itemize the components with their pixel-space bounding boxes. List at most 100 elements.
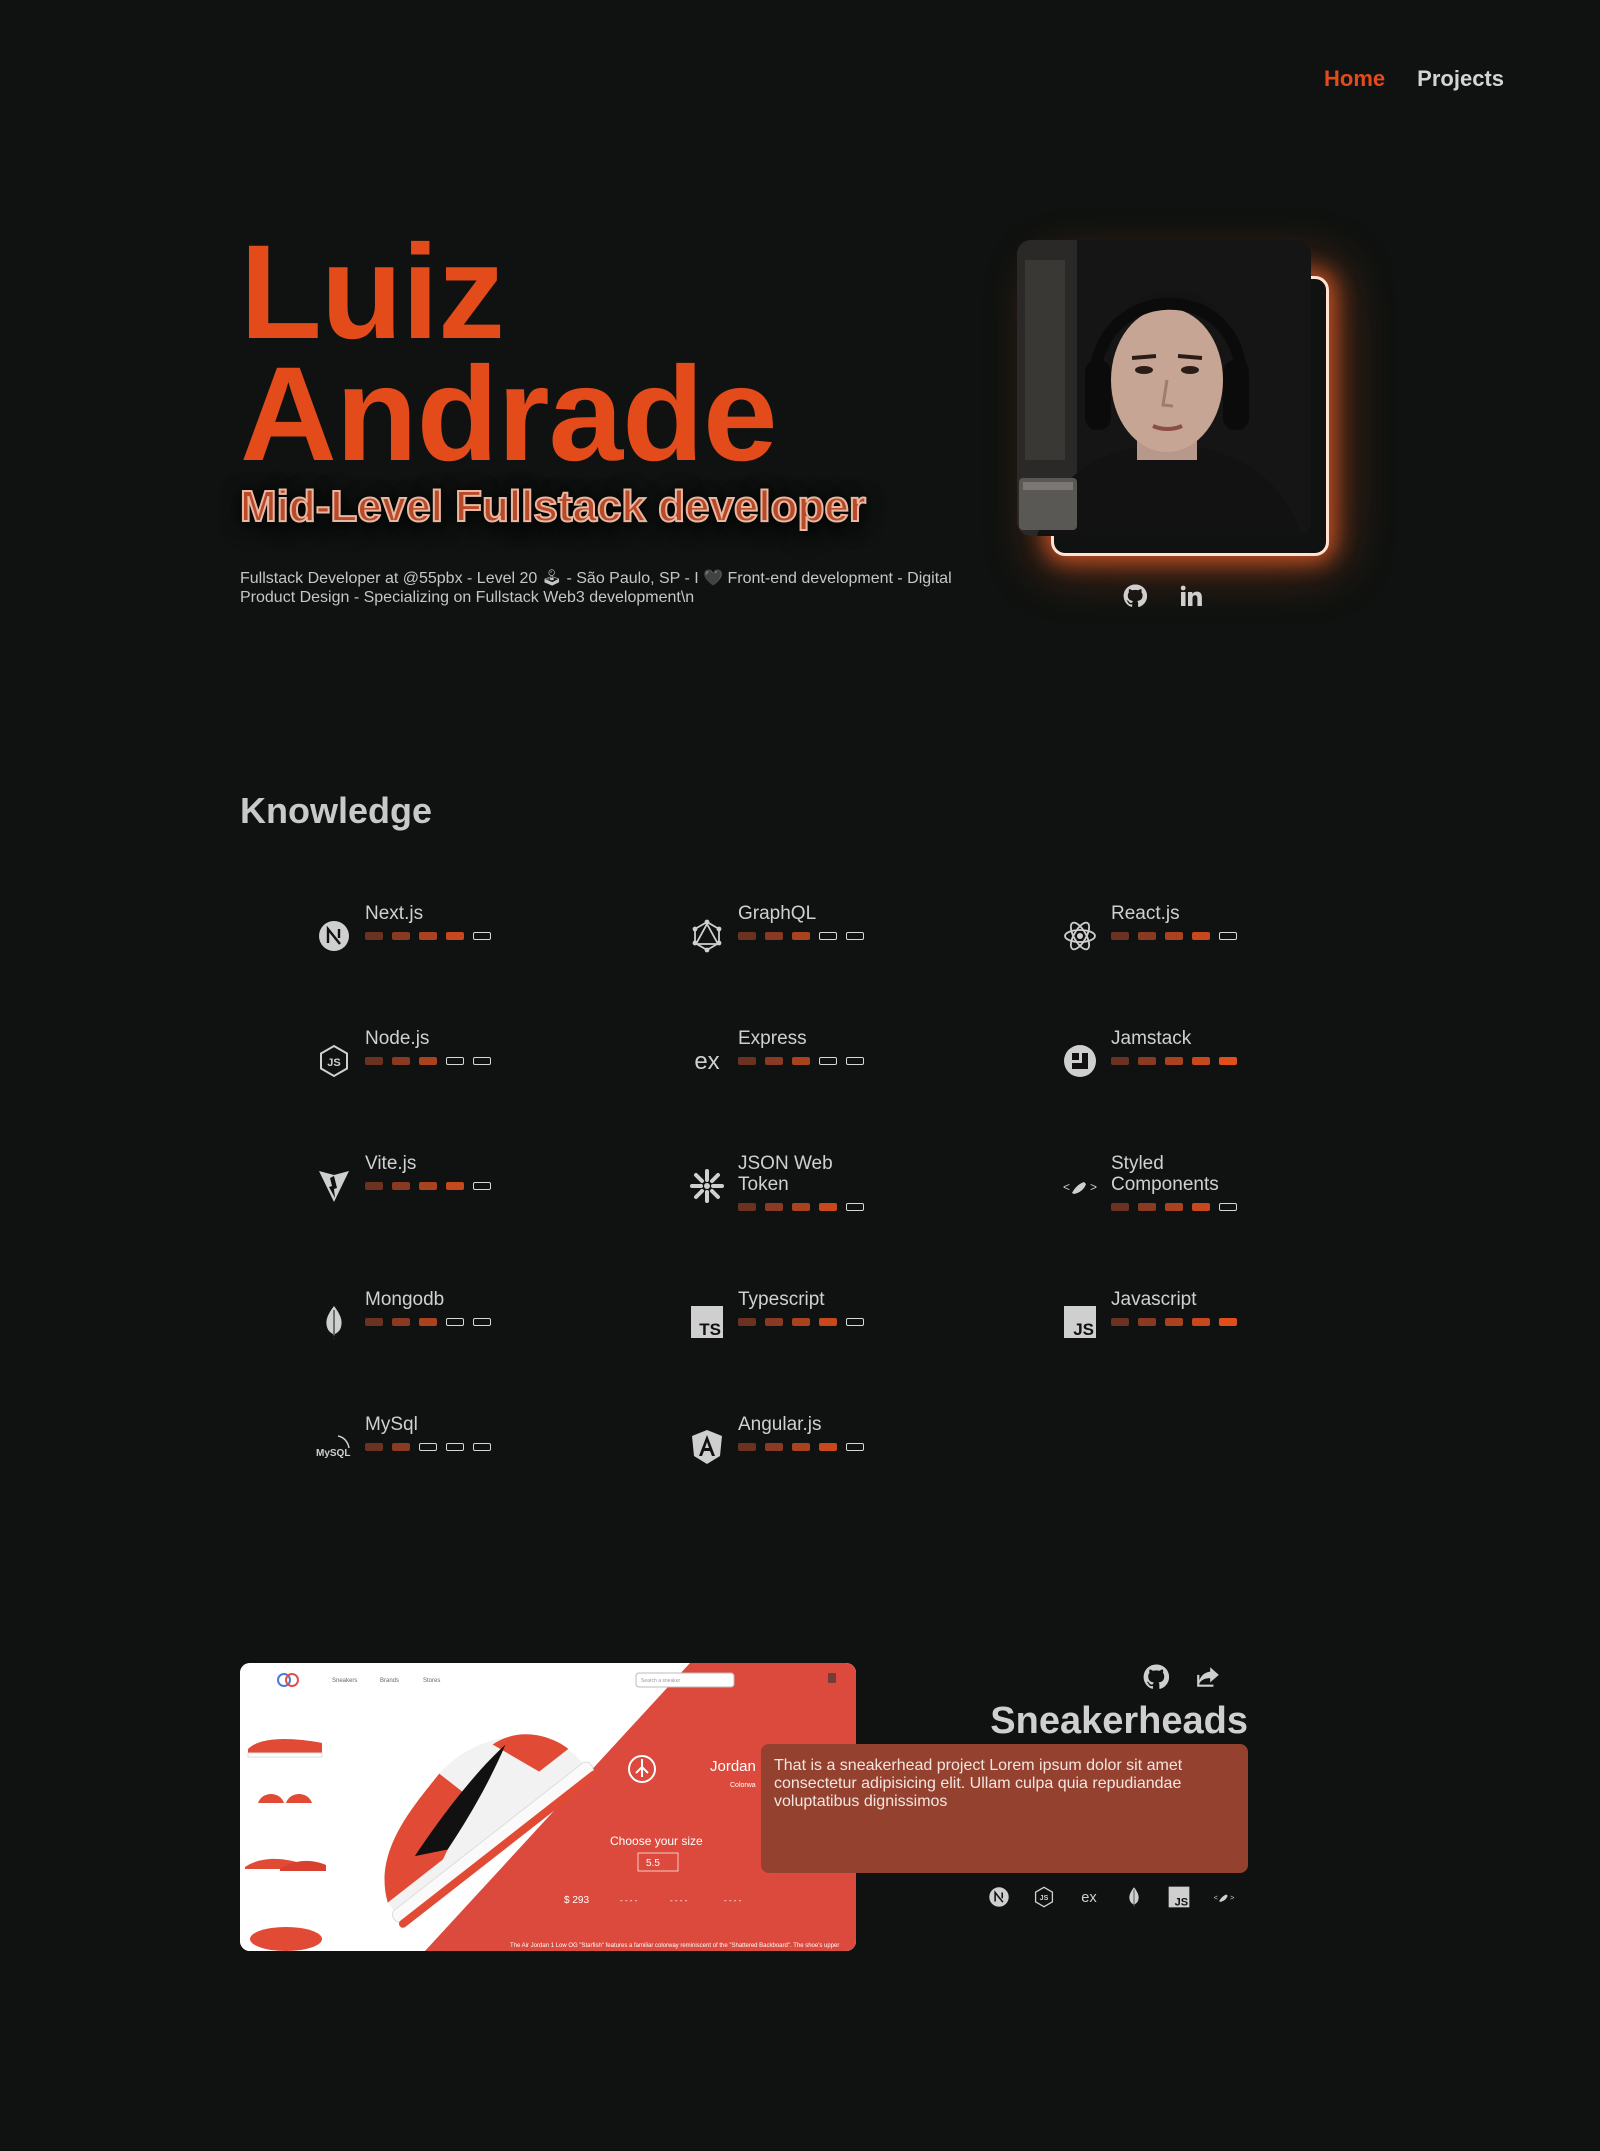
social-links bbox=[1122, 583, 1204, 609]
level-bar-filled bbox=[819, 1203, 837, 1211]
level-bar-filled bbox=[738, 1057, 756, 1065]
graphql-icon bbox=[688, 917, 726, 955]
skill-level-bars bbox=[1111, 932, 1251, 940]
level-bar-filled bbox=[792, 1443, 810, 1451]
skill-item: TS Typescript bbox=[688, 1289, 878, 1341]
github-icon[interactable] bbox=[1122, 583, 1148, 609]
nav-home-link[interactable]: Home bbox=[1324, 66, 1385, 92]
skill-level-bars bbox=[1111, 1057, 1251, 1065]
share-icon[interactable] bbox=[1195, 1664, 1221, 1690]
skill-item: JS Javascript bbox=[1061, 1289, 1251, 1341]
jwt-icon bbox=[688, 1167, 726, 1205]
skill-item: JSON Web Token bbox=[688, 1153, 878, 1211]
skill-level-bars bbox=[738, 1443, 878, 1451]
skill-level-bars bbox=[365, 1182, 505, 1190]
level-bar-filled bbox=[1219, 1318, 1237, 1326]
level-bar-filled bbox=[392, 1443, 410, 1451]
nav-projects-link[interactable]: Projects bbox=[1417, 66, 1504, 92]
skill-item: React.js bbox=[1061, 903, 1251, 955]
level-bar-filled bbox=[1192, 932, 1210, 940]
skill-level-bars bbox=[1111, 1318, 1251, 1326]
svg-text:<: < bbox=[1063, 1180, 1070, 1194]
svg-text:<: < bbox=[1213, 1893, 1217, 1902]
svg-text:- - - -: - - - - bbox=[620, 1896, 638, 1905]
level-bar-empty bbox=[446, 1057, 464, 1065]
level-bar-filled bbox=[419, 1057, 437, 1065]
level-bar-filled bbox=[392, 932, 410, 940]
skill-item: JS Node.js bbox=[315, 1028, 505, 1080]
svg-text:ex: ex bbox=[1081, 1889, 1097, 1905]
svg-text:TS: TS bbox=[699, 1320, 721, 1339]
angular-icon bbox=[688, 1428, 726, 1466]
level-bar-filled bbox=[1165, 1203, 1183, 1211]
skill-name: Angular.js bbox=[738, 1414, 822, 1435]
level-bar-filled bbox=[765, 932, 783, 940]
level-bar-filled bbox=[365, 1318, 383, 1326]
skill-name: Vite.js bbox=[365, 1153, 417, 1174]
svg-text:JS: JS bbox=[327, 1057, 340, 1069]
level-bar-empty bbox=[473, 1318, 491, 1326]
level-bar-filled bbox=[738, 1443, 756, 1451]
svg-text:>: > bbox=[1230, 1893, 1234, 1902]
level-bar-filled bbox=[1111, 1057, 1129, 1065]
linkedin-icon[interactable] bbox=[1178, 583, 1204, 609]
level-bar-empty bbox=[419, 1443, 437, 1451]
svg-text:>: > bbox=[1090, 1180, 1097, 1194]
level-bar-empty bbox=[446, 1443, 464, 1451]
skill-name: Javascript bbox=[1111, 1289, 1197, 1310]
project-description: That is a sneakerhead project Lorem ipsu… bbox=[761, 1744, 1248, 1873]
skill-name: MySql bbox=[365, 1414, 418, 1435]
svg-text:MySQL: MySQL bbox=[316, 1448, 350, 1459]
skill-name: Express bbox=[738, 1028, 807, 1049]
level-bar-filled bbox=[419, 1182, 437, 1190]
level-bar-filled bbox=[1165, 932, 1183, 940]
level-bar-filled bbox=[1192, 1203, 1210, 1211]
express-icon: ex bbox=[1077, 1885, 1100, 1908]
level-bar-empty bbox=[846, 1318, 864, 1326]
level-bar-filled bbox=[792, 1057, 810, 1065]
level-bar-filled bbox=[365, 1443, 383, 1451]
skill-name: Styled Components bbox=[1111, 1153, 1219, 1195]
skill-level-bars bbox=[365, 932, 505, 940]
skill-item: MySQL MySql bbox=[315, 1414, 505, 1466]
level-bar-empty bbox=[1219, 1203, 1237, 1211]
nodejs-icon: JS bbox=[315, 1042, 353, 1080]
mongodb-icon bbox=[315, 1303, 353, 1341]
styled-components-icon: < > bbox=[1212, 1885, 1235, 1908]
shot-size-label: Choose your size bbox=[610, 1834, 703, 1848]
shot-price: $ 293 bbox=[564, 1895, 589, 1906]
express-icon: ex bbox=[688, 1042, 726, 1080]
level-bar-filled bbox=[738, 1318, 756, 1326]
skill-level-bars bbox=[738, 1057, 878, 1065]
shot-nav-stores: Stores bbox=[423, 1678, 440, 1684]
skill-name: Jamstack bbox=[1111, 1028, 1192, 1049]
svg-text:- - - -: - - - - bbox=[724, 1896, 742, 1905]
javascript-icon: JS bbox=[1061, 1303, 1099, 1341]
level-bar-filled bbox=[1111, 932, 1129, 940]
level-bar-filled bbox=[738, 1203, 756, 1211]
level-bar-filled bbox=[1165, 1318, 1183, 1326]
javascript-icon: JS bbox=[1167, 1885, 1190, 1908]
skill-item: GraphQL bbox=[688, 903, 878, 955]
top-nav: Home Projects bbox=[1324, 66, 1504, 92]
skill-item: ex Express bbox=[688, 1028, 878, 1080]
skill-name: JSON Web Token bbox=[738, 1153, 833, 1195]
level-bar-filled bbox=[738, 932, 756, 940]
project-tech-stack: JS ex JS < > bbox=[987, 1885, 1235, 1908]
level-bar-filled bbox=[392, 1318, 410, 1326]
level-bar-filled bbox=[392, 1057, 410, 1065]
level-bar-empty bbox=[819, 932, 837, 940]
github-icon[interactable] bbox=[1143, 1664, 1169, 1690]
svg-text:- - - -: - - - - bbox=[670, 1896, 688, 1905]
level-bar-empty bbox=[473, 1057, 491, 1065]
mongodb-icon bbox=[1122, 1885, 1145, 1908]
hero-name: Luiz Andrade bbox=[240, 226, 778, 482]
level-bar-empty bbox=[446, 1318, 464, 1326]
level-bar-filled bbox=[765, 1057, 783, 1065]
skill-level-bars bbox=[738, 1318, 878, 1326]
shot-size: 5.5 bbox=[646, 1858, 660, 1869]
level-bar-filled bbox=[365, 1182, 383, 1190]
shot-product-name: Jordan 1 bbox=[710, 1758, 768, 1775]
level-bar-filled bbox=[1111, 1203, 1129, 1211]
svg-text:JS: JS bbox=[1039, 1894, 1048, 1902]
